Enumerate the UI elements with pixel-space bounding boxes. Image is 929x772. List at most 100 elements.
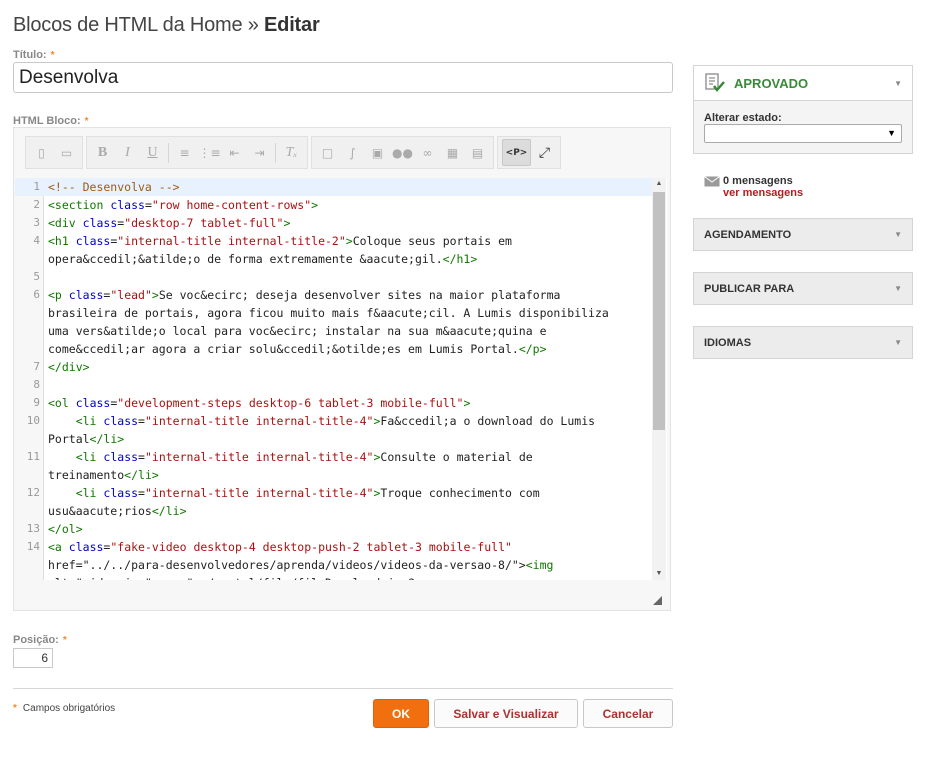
page-title: Blocos de HTML da Home » Editar — [13, 14, 320, 37]
resize-grip-icon[interactable] — [653, 596, 662, 605]
title-label-text: Título: — [13, 49, 47, 61]
code-line[interactable]: 12 <li class="internal-title internal-ti… — [15, 484, 652, 502]
code-line-text[interactable]: <div class="desktop-7 tablet-full"> — [44, 214, 290, 232]
link-icon[interactable]: ∞ — [416, 141, 439, 164]
find-icon[interactable]: ●● — [391, 141, 414, 164]
toolbar-separator — [168, 142, 169, 163]
scrollbar-thumb[interactable] — [653, 192, 665, 430]
chevron-down-icon[interactable]: ▼ — [894, 79, 902, 88]
code-line-text[interactable]: brasileira de portais, agora ficou muito… — [44, 304, 609, 322]
code-line-text[interactable]: usu&aacute;rios</li> — [44, 502, 187, 520]
attach-icon[interactable]: ∫ — [341, 141, 364, 164]
code-line-text[interactable]: <li class="internal-title internal-title… — [44, 484, 540, 502]
preview-icon[interactable]: ▤ — [466, 141, 489, 164]
code-line-text[interactable]: opera&ccedil;&atilde;o de forma extremam… — [44, 250, 477, 268]
code-editor-area[interactable]: 1 <!-- Desenvolva --> 2 <section class="row… — [15, 178, 667, 580]
code-line[interactable]: href="../../para-desenvolvedores/aprenda… — [15, 556, 652, 574]
code-line-text[interactable]: alt="video.jpg" src="../portal/file/file… — [44, 574, 415, 580]
code-line-text[interactable]: treinamento</li> — [44, 466, 159, 484]
code-line-text[interactable]: href="../../para-desenvolvedores/aprenda… — [44, 556, 553, 574]
status-header[interactable]: APROVADO ▼ — [694, 66, 912, 101]
table-icon[interactable]: ▦ — [441, 141, 464, 164]
scroll-down-icon[interactable]: ▼ — [652, 568, 666, 580]
editor-toolbar: ▯ ▭ B I U ≡ ⋮≡ ⇤ ⇥ Tₓ □ ∫ ▣ ●● ∞ ▦ ▤ <P>… — [25, 136, 564, 169]
change-status-select[interactable]: ▼ — [704, 124, 902, 143]
ok-button[interactable]: OK — [373, 699, 429, 728]
bold-icon[interactable]: B — [91, 141, 114, 164]
code-line[interactable]: 9 <ol class="development-steps desktop-6 … — [15, 394, 652, 412]
code-line-text[interactable]: <section class="row home-content-rows"> — [44, 196, 318, 214]
code-line-text[interactable]: <li class="internal-title internal-title… — [44, 448, 533, 466]
code-lines[interactable]: 1 <!-- Desenvolva --> 2 <section class="row… — [15, 178, 652, 580]
code-line-text[interactable]: </div> — [44, 358, 90, 376]
approved-document-icon — [705, 73, 725, 92]
document-icon[interactable]: ▭ — [55, 141, 78, 164]
html-block-label: HTML Bloco: * — [13, 115, 89, 127]
code-line[interactable]: 13 </ol> — [15, 520, 652, 538]
code-line-text[interactable]: </ol> — [44, 520, 83, 538]
ordered-list-icon[interactable]: ≡ — [173, 141, 196, 164]
code-line-text[interactable]: Portal</li> — [44, 430, 124, 448]
languages-section[interactable]: IDIOMAS ▼ — [693, 326, 913, 359]
line-number: 8 — [33, 378, 40, 391]
code-line[interactable]: opera&ccedil;&atilde;o de forma extremam… — [15, 250, 652, 268]
schedule-section[interactable]: AGENDAMENTO ▼ — [693, 218, 913, 251]
fullscreen-icon[interactable]: ⤢ — [533, 141, 556, 164]
code-line[interactable]: 2 <section class="row home-content-rows"> — [15, 196, 652, 214]
code-line[interactable]: usu&aacute;rios</li> — [15, 502, 652, 520]
code-line[interactable]: treinamento</li> — [15, 466, 652, 484]
envelope-icon — [704, 176, 720, 187]
toolbar-group-templates: ▯ ▭ — [25, 136, 83, 169]
line-number — [15, 502, 44, 520]
code-line[interactable]: 8 — [15, 376, 652, 394]
position-input[interactable] — [13, 648, 53, 668]
publish-to-section[interactable]: PUBLICAR PARA ▼ — [693, 272, 913, 305]
template-icon[interactable]: ▯ — [30, 141, 53, 164]
code-line-text[interactable]: <a class="fake-video desktop-4 desktop-p… — [44, 538, 512, 556]
code-line[interactable]: come&ccedil;ar agora a criar solu&ccedil… — [15, 340, 652, 358]
code-line[interactable]: brasileira de portais, agora ficou muito… — [15, 304, 652, 322]
code-line[interactable]: uma vers&atilde;o local para voc&ecirc; … — [15, 322, 652, 340]
outdent-icon[interactable]: ⇤ — [223, 141, 246, 164]
publish-to-section-label: PUBLICAR PARA — [704, 282, 795, 295]
code-line[interactable]: 4 <h1 class="internal-title internal-titl… — [15, 232, 652, 250]
code-line-text[interactable]: <ol class="development-steps desktop-6 t… — [44, 394, 470, 412]
code-line[interactable]: 10 <li class="internal-title internal-ti… — [15, 412, 652, 430]
code-line-text[interactable]: <p class="lead">Se voc&ecirc; deseja des… — [44, 286, 560, 304]
line-number — [15, 556, 44, 574]
code-line-text[interactable] — [44, 376, 48, 394]
code-line[interactable]: 7 </div> — [15, 358, 652, 376]
toolbar-group-format: B I U ≡ ⋮≡ ⇤ ⇥ Tₓ — [86, 136, 308, 169]
code-line-text[interactable] — [44, 268, 48, 286]
code-line[interactable]: 14 <a class="fake-video desktop-4 desktop… — [15, 538, 652, 556]
new-page-icon[interactable]: □ — [316, 141, 339, 164]
title-input[interactable] — [13, 62, 673, 93]
code-line-text[interactable]: <!-- Desenvolva --> — [44, 178, 180, 196]
code-line[interactable]: 1 <!-- Desenvolva --> — [15, 178, 652, 196]
indent-icon[interactable]: ⇥ — [248, 141, 271, 164]
code-line[interactable]: Portal</li> — [15, 430, 652, 448]
clear-format-icon[interactable]: Tₓ — [280, 141, 303, 164]
page-title-main: Blocos de HTML da Home » — [13, 14, 265, 36]
line-number — [15, 466, 44, 484]
position-label: Posição: * — [13, 634, 67, 646]
save-and-view-button[interactable]: Salvar e Visualizar — [434, 699, 578, 728]
code-scrollbar[interactable]: ▲ ▼ — [652, 178, 666, 580]
code-line[interactable]: 6 <p class="lead">Se voc&ecirc; deseja de… — [15, 286, 652, 304]
code-line-text[interactable]: come&ccedil;ar agora a criar solu&ccedil… — [44, 340, 547, 358]
scroll-up-icon[interactable]: ▲ — [652, 178, 666, 190]
image-icon[interactable]: ▣ — [366, 141, 389, 164]
code-line[interactable]: 5 — [15, 268, 652, 286]
code-line[interactable]: 3 <div class="desktop-7 tablet-full"> — [15, 214, 652, 232]
underline-icon[interactable]: U — [141, 141, 164, 164]
source-view-button[interactable]: <P> — [502, 139, 531, 166]
code-line[interactable]: 11 <li class="internal-title internal-ti… — [15, 448, 652, 466]
view-messages-link[interactable]: ver mensagens — [723, 187, 803, 199]
cancel-button[interactable]: Cancelar — [583, 699, 673, 728]
code-line-text[interactable]: uma vers&atilde;o local para voc&ecirc; … — [44, 322, 547, 340]
unordered-list-icon[interactable]: ⋮≡ — [198, 141, 221, 164]
code-line-text[interactable]: <li class="internal-title internal-title… — [44, 412, 595, 430]
italic-icon[interactable]: I — [116, 141, 139, 164]
code-line-text[interactable]: <h1 class="internal-title internal-title… — [44, 232, 512, 250]
code-line[interactable]: alt="video.jpg" src="../portal/file/file… — [15, 574, 652, 580]
